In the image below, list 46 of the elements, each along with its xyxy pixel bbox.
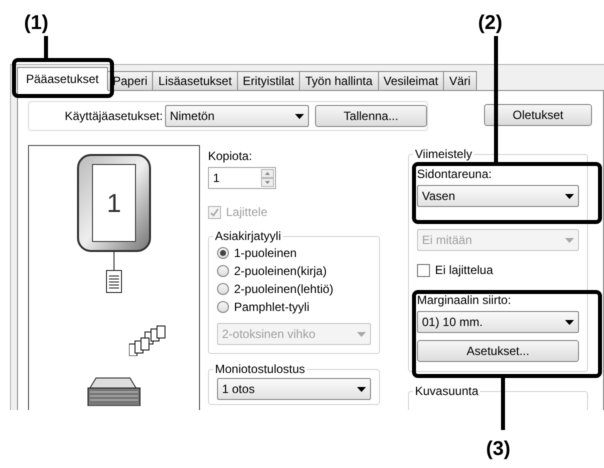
- tab[interactable]: Lisäasetukset: [152, 71, 238, 91]
- spinner-value: 1: [213, 170, 220, 187]
- caret-icon: [565, 238, 574, 242]
- tab[interactable]: Erityistilat: [236, 71, 300, 91]
- radio-button[interactable]: [217, 301, 229, 313]
- checkbox-label: Ei lajittelua: [435, 262, 494, 279]
- callout-label: (3): [486, 437, 510, 462]
- push-button[interactable]: Tallenna...: [315, 105, 427, 127]
- caret-icon: [295, 114, 304, 118]
- callout-label: (1): [24, 11, 48, 36]
- caret-icon: [565, 194, 574, 198]
- tab[interactable]: Väri: [443, 71, 477, 91]
- checkbox-label: Lajittele: [226, 204, 268, 221]
- group-title: Moniotostulostus: [214, 361, 306, 378]
- radio-button[interactable]: [217, 283, 229, 295]
- spin-arrows-icon[interactable]: [261, 169, 274, 187]
- caret-icon: [357, 386, 366, 392]
- checkbox[interactable]: [417, 264, 430, 276]
- radio-label: 1-puoleinen: [234, 245, 297, 262]
- caret-icon: [565, 320, 574, 324]
- tab[interactable]: Työn hallinta: [299, 71, 379, 91]
- radio-label: Pamphlet-tyyli: [234, 299, 310, 316]
- printer-drawing: [86, 376, 142, 406]
- copies-spinner[interactable]: 1: [208, 167, 276, 189]
- dropdown[interactable]: Nimetön: [164, 105, 309, 127]
- page-number: 1: [106, 186, 122, 220]
- radio-button[interactable]: [217, 247, 229, 259]
- dropdown[interactable]: Vasen: [417, 185, 579, 207]
- push-button[interactable]: Asetukset...: [417, 340, 579, 362]
- push-button[interactable]: Oletukset: [484, 104, 592, 126]
- tab[interactable]: Vesileimat: [378, 71, 444, 91]
- field-label: Käyttäjäasetukset:: [64, 108, 163, 125]
- caret-icon: [357, 332, 366, 336]
- dropdown[interactable]: 1 otos: [217, 378, 371, 400]
- callout-label: (2): [478, 11, 502, 36]
- radio-label: 2-puoleinen(kirja): [234, 263, 327, 280]
- group-title: Asiakirjatyyli: [214, 228, 282, 245]
- radio-button[interactable]: [217, 265, 229, 277]
- group-title: Kuvasuunta: [414, 383, 480, 400]
- group-title: Viimeistely: [414, 146, 474, 163]
- radio-label: 2-puoleinen(lehtiö): [234, 281, 334, 298]
- field-label: Marginaalin siirto:: [417, 292, 512, 309]
- field-label: Sidontareuna:: [417, 166, 493, 183]
- dropdown[interactable]: 01) 10 mm.: [417, 311, 579, 333]
- field-label: Kopiota:: [208, 148, 254, 165]
- tab[interactable]: Pääasetukset: [17, 67, 108, 91]
